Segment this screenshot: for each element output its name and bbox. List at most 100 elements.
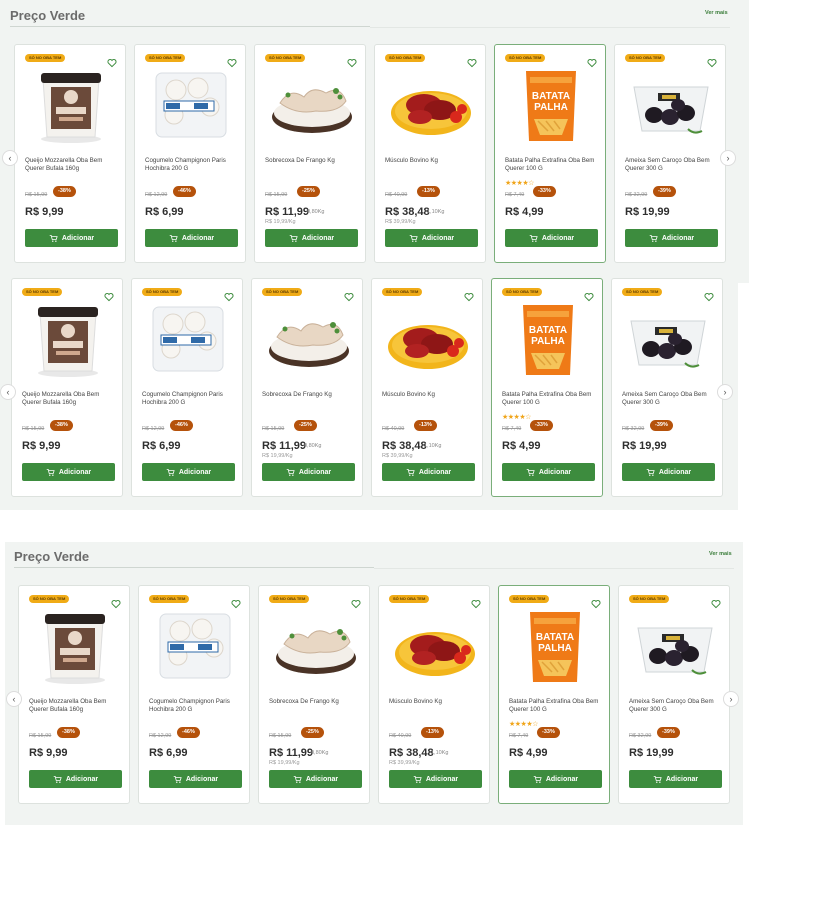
add-to-cart-button[interactable]: Adicionar bbox=[625, 229, 718, 247]
add-to-cart-button[interactable]: Adicionar bbox=[22, 463, 115, 481]
heart-icon[interactable] bbox=[347, 55, 357, 68]
see-more-link[interactable]: Ver mais bbox=[709, 551, 732, 557]
heart-icon[interactable] bbox=[344, 289, 354, 302]
see-more-link[interactable]: Ver mais bbox=[705, 10, 728, 16]
product-image[interactable] bbox=[146, 65, 236, 145]
product-card[interactable]: SÓ NO OBA TEM Cogumelo Champignon Paris H… bbox=[131, 278, 243, 497]
product-name[interactable]: Batata Palha Extrafina Oba Bem Querer 10… bbox=[502, 391, 596, 407]
product-card[interactable]: SÓ NO OBA TEM Queijo Mozzarella Oba Bem Q… bbox=[11, 278, 123, 497]
product-image[interactable] bbox=[263, 299, 353, 379]
product-image[interactable] bbox=[626, 65, 716, 145]
heart-icon[interactable] bbox=[471, 596, 481, 609]
product-card[interactable]: SÓ NO OBA TEM Sobrecoxa De Frango Kg R$ 15… bbox=[254, 44, 366, 263]
carousel-prev-button[interactable]: ‹ bbox=[6, 691, 22, 707]
product-name[interactable]: Batata Palha Extrafina Oba Bem Querer 10… bbox=[509, 698, 603, 714]
product-card[interactable]: SÓ NO OBA TEM Cogumelo Champignon Paris H… bbox=[138, 585, 250, 804]
product-card[interactable]: SÓ NO OBA TEM Músculo Bovino Kg R$ 40,99 -1… bbox=[378, 585, 490, 804]
product-card[interactable]: SÓ NO OBA TEM BATATA PALHA Batata Palha Ext… bbox=[498, 585, 610, 804]
product-image[interactable] bbox=[623, 299, 713, 379]
add-to-cart-button[interactable]: Adicionar bbox=[149, 770, 242, 788]
product-image[interactable] bbox=[30, 606, 120, 686]
product-image[interactable] bbox=[143, 299, 233, 379]
heart-icon[interactable] bbox=[704, 289, 714, 302]
add-to-cart-button[interactable]: Adicionar bbox=[505, 229, 598, 247]
heart-icon[interactable] bbox=[231, 596, 241, 609]
heart-icon[interactable] bbox=[591, 596, 601, 609]
carousel-next-button[interactable]: › bbox=[720, 150, 736, 166]
add-to-cart-button[interactable]: Adicionar bbox=[629, 770, 722, 788]
product-image[interactable]: BATATA PALHA bbox=[506, 65, 596, 145]
product-card[interactable]: SÓ NO OBA TEM Cogumelo Champignon Paris H… bbox=[134, 44, 246, 263]
product-name[interactable]: Batata Palha Extrafina Oba Bem Querer 10… bbox=[505, 157, 599, 173]
product-card[interactable]: SÓ NO OBA TEM Ameixa Sem Caroço Oba Bem Q… bbox=[614, 44, 726, 263]
carousel-prev-button[interactable]: ‹ bbox=[2, 150, 18, 166]
add-to-cart-button[interactable]: Adicionar bbox=[502, 463, 595, 481]
product-name[interactable]: Cogumelo Champignon Paris Hochibra 200 G bbox=[145, 157, 239, 173]
product-card[interactable]: SÓ NO OBA TEM Sobrecoxa De Frango Kg R$ 15… bbox=[258, 585, 370, 804]
carousel-prev-button[interactable]: ‹ bbox=[0, 384, 16, 400]
add-to-cart-button[interactable]: Adicionar bbox=[145, 229, 238, 247]
heart-icon[interactable] bbox=[104, 289, 114, 302]
product-name[interactable]: Sobrecoxa De Frango Kg bbox=[269, 698, 363, 706]
product-card[interactable]: SÓ NO OBA TEM Ameixa Sem Caroço Oba Bem Q… bbox=[611, 278, 723, 497]
product-name[interactable]: Sobrecoxa De Frango Kg bbox=[265, 157, 359, 165]
heart-icon[interactable] bbox=[224, 289, 234, 302]
product-image[interactable]: BATATA PALHA bbox=[503, 299, 593, 379]
product-image[interactable] bbox=[630, 606, 720, 686]
add-to-cart-button[interactable]: Adicionar bbox=[25, 229, 118, 247]
product-name[interactable]: Cogumelo Champignon Paris Hochibra 200 G bbox=[142, 391, 236, 407]
add-to-cart-button[interactable]: Adicionar bbox=[385, 229, 478, 247]
product-card[interactable]: SÓ NO OBA TEM BATATA PALHA Batata Palha Ext… bbox=[491, 278, 603, 497]
product-name[interactable]: Queijo Mozzarella Oba Bem Querer Bufala … bbox=[25, 157, 119, 173]
add-to-cart-button[interactable]: Adicionar bbox=[265, 229, 358, 247]
heart-icon[interactable] bbox=[584, 289, 594, 302]
product-image[interactable] bbox=[270, 606, 360, 686]
product-image[interactable] bbox=[383, 299, 473, 379]
product-card[interactable]: SÓ NO OBA TEM Ameixa Sem Caroço Oba Bem Q… bbox=[618, 585, 730, 804]
carousel-next-button[interactable]: › bbox=[723, 691, 739, 707]
product-image[interactable] bbox=[150, 606, 240, 686]
product-card[interactable]: SÓ NO OBA TEM Queijo Mozzarella Oba Bem Q… bbox=[18, 585, 130, 804]
product-image[interactable] bbox=[266, 65, 356, 145]
product-name[interactable]: Queijo Mozzarella Oba Bem Querer Bufala … bbox=[22, 391, 116, 407]
cart-icon bbox=[53, 775, 62, 784]
add-to-cart-button[interactable]: Adicionar bbox=[622, 463, 715, 481]
add-to-cart-button[interactable]: Adicionar bbox=[142, 463, 235, 481]
add-to-cart-button[interactable]: Adicionar bbox=[262, 463, 355, 481]
add-to-cart-button[interactable]: Adicionar bbox=[509, 770, 602, 788]
add-to-cart-button[interactable]: Adicionar bbox=[29, 770, 122, 788]
product-image[interactable] bbox=[390, 606, 480, 686]
product-name[interactable]: Músculo Bovino Kg bbox=[382, 391, 476, 399]
product-image[interactable] bbox=[26, 65, 116, 145]
product-card[interactable]: SÓ NO OBA TEM BATATA PALHA Batata Palha Ext… bbox=[494, 44, 606, 263]
product-name[interactable]: Sobrecoxa De Frango Kg bbox=[262, 391, 356, 399]
exclusive-badge: SÓ NO OBA TEM bbox=[505, 54, 546, 62]
product-card[interactable]: SÓ NO OBA TEM Músculo Bovino Kg R$ 40,99 -1… bbox=[371, 278, 483, 497]
product-name[interactable]: Ameixa Sem Caroço Oba Bem Querer 300 G bbox=[622, 391, 716, 407]
product-image[interactable] bbox=[23, 299, 113, 379]
heart-icon[interactable] bbox=[711, 596, 721, 609]
heart-icon[interactable] bbox=[227, 55, 237, 68]
heart-icon[interactable] bbox=[464, 289, 474, 302]
heart-icon[interactable] bbox=[111, 596, 121, 609]
product-card[interactable]: SÓ NO OBA TEM Músculo Bovino Kg R$ 40,99 -1… bbox=[374, 44, 486, 263]
product-image[interactable]: BATATA PALHA bbox=[510, 606, 600, 686]
heart-icon[interactable] bbox=[467, 55, 477, 68]
add-to-cart-button[interactable]: Adicionar bbox=[382, 463, 475, 481]
product-name[interactable]: Cogumelo Champignon Paris Hochibra 200 G bbox=[149, 698, 243, 714]
product-image[interactable] bbox=[386, 65, 476, 145]
product-name[interactable]: Ameixa Sem Caroço Oba Bem Querer 300 G bbox=[625, 157, 719, 173]
add-to-cart-button[interactable]: Adicionar bbox=[269, 770, 362, 788]
heart-icon[interactable] bbox=[351, 596, 361, 609]
heart-icon[interactable] bbox=[707, 55, 717, 68]
heart-icon[interactable] bbox=[107, 55, 117, 68]
heart-icon[interactable] bbox=[587, 55, 597, 68]
product-card[interactable]: SÓ NO OBA TEM Queijo Mozzarella Oba Bem Q… bbox=[14, 44, 126, 263]
product-name[interactable]: Queijo Mozzarella Oba Bem Querer Bufala … bbox=[29, 698, 123, 714]
carousel-next-button[interactable]: › bbox=[717, 384, 733, 400]
product-card[interactable]: SÓ NO OBA TEM Sobrecoxa De Frango Kg R$ 15… bbox=[251, 278, 363, 497]
product-name[interactable]: Ameixa Sem Caroço Oba Bem Querer 300 G bbox=[629, 698, 723, 714]
product-name[interactable]: Músculo Bovino Kg bbox=[385, 157, 479, 165]
product-name[interactable]: Músculo Bovino Kg bbox=[389, 698, 483, 706]
add-to-cart-button[interactable]: Adicionar bbox=[389, 770, 482, 788]
